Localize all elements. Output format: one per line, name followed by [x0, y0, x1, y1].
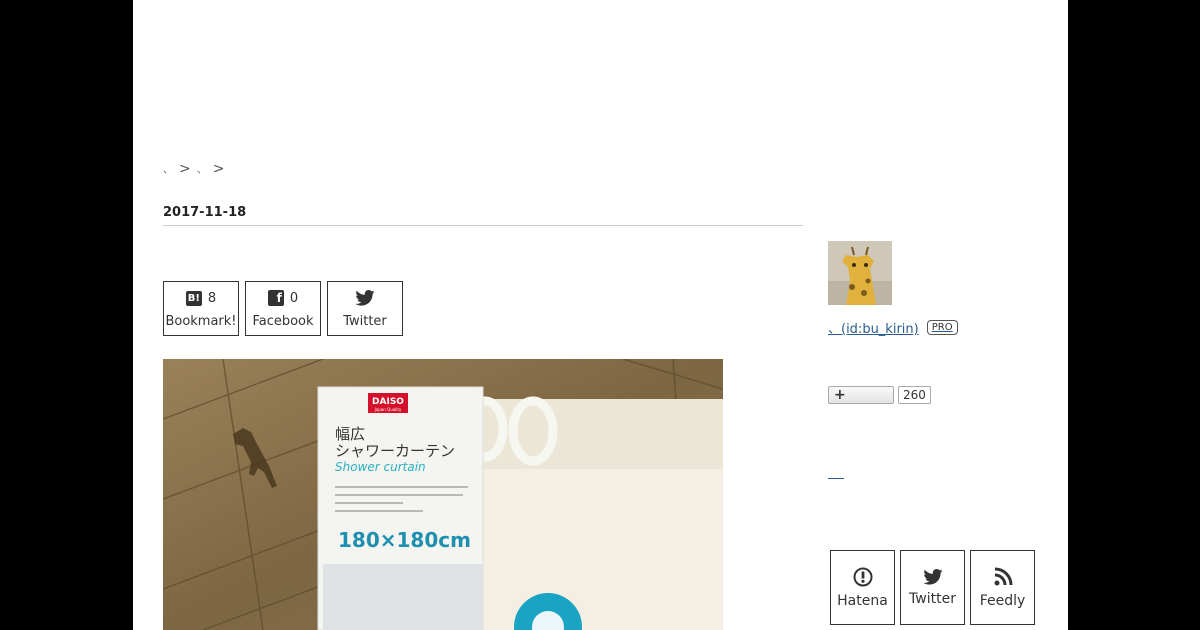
breadcrumb-item-2[interactable]: 、 [197, 161, 207, 176]
entry-photo: DAISO Japan Quality 幅広 シャワーカーテン Shower c… [163, 359, 723, 630]
pro-badge: PRO [926, 320, 958, 335]
feedly-rss-icon [994, 567, 1012, 585]
entry-date[interactable]: 2017-11-18 [163, 205, 803, 226]
facebook-share-button[interactable]: f 0 Facebook [245, 281, 321, 336]
feedly-follow-button[interactable]: Feedly [970, 550, 1035, 625]
bookmark-label: Bookmark! [165, 314, 237, 329]
package-title-line2: シャワーカーテン [335, 442, 455, 460]
page-content: 、 > 、 > 2017-11-18 B! 8 Bookmark! f 0 Fa… [133, 0, 1068, 630]
share-buttons: B! 8 Bookmark! f 0 Facebook Twitter [163, 281, 403, 336]
subscribe-widget: + 260 [828, 386, 931, 404]
follow-buttons: Hatena Twitter Feedly [830, 550, 1035, 625]
sidebar-link[interactable] [828, 468, 844, 479]
package-brand: DAISO [372, 397, 404, 407]
package-brand-sub: Japan Quality [374, 407, 402, 412]
twitter-share-button[interactable]: Twitter [327, 281, 403, 336]
facebook-label: Facebook [252, 314, 314, 329]
feedly-follow-label: Feedly [979, 592, 1026, 609]
breadcrumb-item-1[interactable]: 、 [163, 161, 173, 176]
breadcrumb-separator: > [212, 161, 225, 177]
bookmark-count: 8 [207, 290, 217, 306]
package-title-en: Shower curtain [335, 460, 426, 474]
subscriber-count[interactable]: 260 [898, 386, 931, 404]
profile-name[interactable]: 、(id:bu_kirin) [828, 318, 919, 337]
breadcrumb-separator: > [179, 161, 191, 177]
twitter-icon [355, 290, 375, 306]
facebook-count: 0 [289, 290, 299, 306]
twitter-follow-button[interactable]: Twitter [900, 550, 965, 625]
profile-name-link[interactable]: 、(id:bu_kirin) PRO [828, 318, 958, 337]
hatena-icon [853, 567, 872, 586]
twitter-follow-label: Twitter [909, 590, 956, 607]
twitter-icon [922, 568, 943, 585]
package-size: 180×180cm [338, 528, 471, 552]
facebook-icon: f [267, 290, 284, 306]
hatena-bookmark-icon: B! [185, 290, 202, 306]
package-title-line1: 幅広 [335, 425, 365, 443]
twitter-label: Twitter [343, 314, 387, 329]
hatena-follow-label: Hatena [837, 592, 888, 609]
breadcrumb: 、 > 、 > [163, 161, 224, 177]
avatar[interactable] [828, 241, 892, 305]
hatena-follow-button[interactable]: Hatena [830, 550, 895, 625]
hatena-bookmark-share-button[interactable]: B! 8 Bookmark! [163, 281, 239, 336]
subscribe-button[interactable]: + [828, 386, 894, 404]
